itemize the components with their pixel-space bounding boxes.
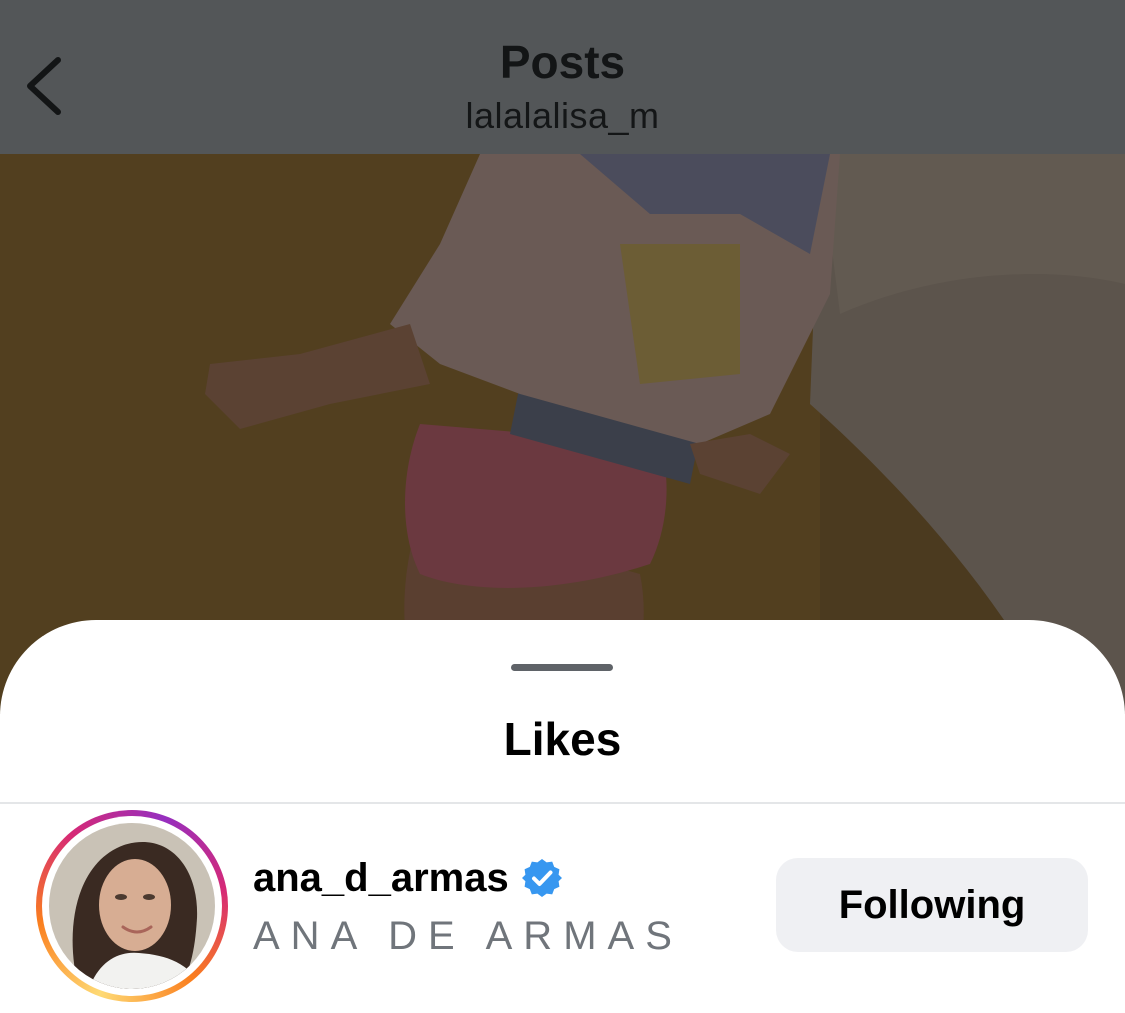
page-title: Posts bbox=[499, 36, 626, 88]
screen: Posts lalalalisa_m Likes ana_d_armas ANA… bbox=[0, 0, 1125, 1013]
sheet-divider bbox=[0, 802, 1125, 804]
username[interactable]: ana_d_armas bbox=[253, 852, 509, 904]
full-name: ANA DE ARMAS bbox=[253, 914, 683, 958]
top-nav-bar: Posts lalalalisa_m bbox=[0, 0, 1125, 154]
story-ring[interactable] bbox=[36, 810, 228, 1002]
like-list-item[interactable]: ana_d_armas ANA DE ARMAS Following bbox=[0, 808, 1125, 1008]
sheet-drag-handle[interactable] bbox=[511, 664, 613, 671]
likes-bottom-sheet: Likes ana_d_armas ANA DE ARMAS Following bbox=[0, 620, 1125, 1013]
avatar-photo bbox=[49, 823, 215, 989]
page-subtitle-username: lalalalisa_m bbox=[465, 95, 660, 136]
verified-badge-icon bbox=[521, 857, 563, 899]
following-button[interactable]: Following bbox=[776, 858, 1088, 952]
username-line: ana_d_armas bbox=[253, 852, 563, 904]
sheet-title: Likes bbox=[503, 713, 622, 765]
avatar[interactable] bbox=[49, 823, 215, 989]
